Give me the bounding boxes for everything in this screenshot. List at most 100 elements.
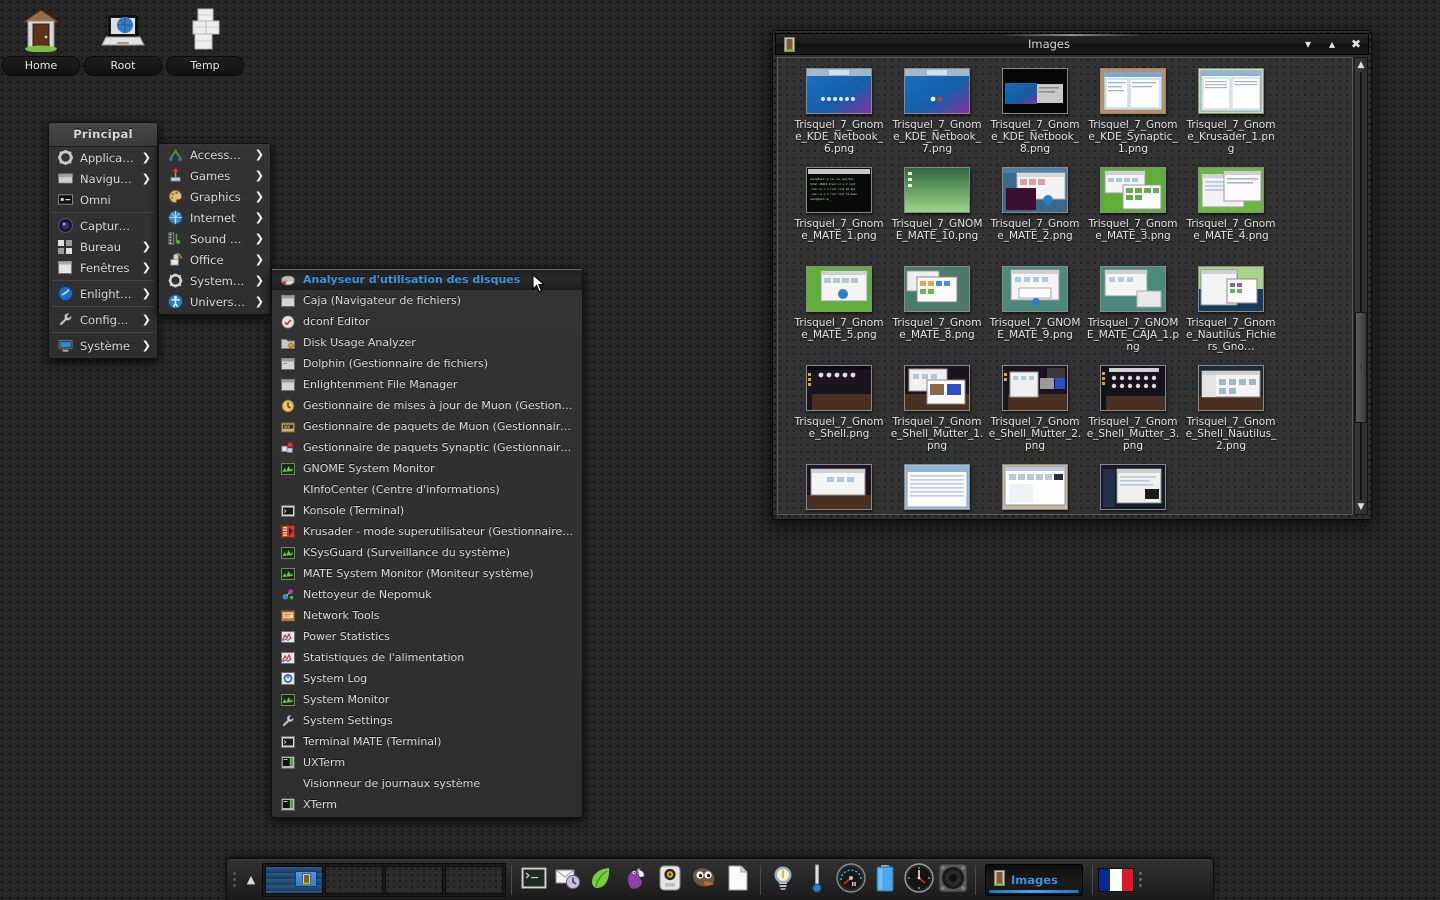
mail-clock-launcher[interactable] <box>551 863 585 897</box>
file-item[interactable] <box>888 460 986 514</box>
work space-1[interactable] <box>265 865 323 894</box>
system-tools-item-system-settings[interactable]: System Settings <box>272 710 582 731</box>
temperature-gadget[interactable] <box>800 863 834 897</box>
system-tools-item-muon-update-manager[interactable]: Gestionnaire de mises à jour de Muon (Ge… <box>272 395 582 416</box>
leaf-launcher[interactable] <box>585 863 619 897</box>
cpu-gauge-gadget[interactable] <box>834 863 868 897</box>
pidgin-launcher[interactable] <box>619 863 653 897</box>
workspace-2[interactable] <box>325 865 383 894</box>
submenu-item-system-tools[interactable]: System Tools ❯ <box>159 270 270 291</box>
system-tools-item-analyseur-utilisation-disques[interactable]: Analyseur d'utilisation des disques <box>272 269 582 290</box>
submenu-item-games[interactable]: Games ❯ <box>159 165 270 186</box>
submenu-item-accessories[interactable]: Accessories ❯ <box>159 144 270 165</box>
file-list-area[interactable]: Trisquel_7_Gnome_KDE_Netbook_6.png Trisq… <box>777 57 1353 515</box>
system-tools-item-system-log[interactable]: System Log <box>272 668 582 689</box>
system-tools-item-system-monitor[interactable]: System Monitor <box>272 689 582 710</box>
file-item[interactable]: Trisquel_7_Gnome_MATE_5.png <box>790 262 888 361</box>
system-tools-item-terminal-mate[interactable]: Terminal MATE (Terminal) <box>272 731 582 752</box>
system-tools-item-konsole[interactable]: Konsole (Terminal) <box>272 500 582 521</box>
submenu-item-office[interactable]: Office ❯ <box>159 249 270 270</box>
backlight-gadget[interactable] <box>766 863 800 897</box>
file-item[interactable]: Trisquel_7_GNOME_MATE_10.png <box>888 163 986 262</box>
scroll-down-button[interactable]: ▼ <box>1355 500 1367 514</box>
submenu-item-graphics[interactable]: Graphics ❯ <box>159 186 270 207</box>
clock-gadget[interactable] <box>902 863 936 897</box>
system-tools-item-power-statistics[interactable]: Power Statistics <box>272 626 582 647</box>
system-tools-item-gnome-system-monitor[interactable]: GNOME System Monitor <box>272 458 582 479</box>
system-tools-item-nettoyeur-nepomuk[interactable]: Nettoyeur de Nepomuk <box>272 584 582 605</box>
system-tools-item-krusader[interactable]: Krusader - mode superutilisateur (Gestio… <box>272 521 582 542</box>
submenu-item-sound-video[interactable]: Sound & Video ❯ <box>159 228 270 249</box>
audio-launcher[interactable] <box>653 863 687 897</box>
file-item[interactable]: Trisquel_7_Gnome_MATE_8.png <box>888 262 986 361</box>
submenu-item-internet[interactable]: Internet ❯ <box>159 207 270 228</box>
file-item[interactable]: Trisquel_7_Gnome_Nautilus_Fichiers_Gno… <box>1182 262 1280 361</box>
menu-item-fenetres[interactable]: Fenêtres ❯ <box>49 257 157 278</box>
system-tools-item-caja[interactable]: Caja (Navigateur de fichiers) <box>272 290 582 311</box>
file-item[interactable]: Trisquel_7_Gnome_Shell_Mutter_2.png <box>986 361 1084 460</box>
menu-item-configuration[interactable]: Configuration ❯ <box>49 309 157 330</box>
workspace-pager[interactable] <box>262 862 506 897</box>
file-item[interactable] <box>986 460 1084 514</box>
file-item[interactable]: Trisquel_7_Gnome_KDE_Netbook_7.png <box>888 64 986 163</box>
menu-item-applications[interactable]: Applications ❯ <box>49 147 157 168</box>
system-tools-item-mate-system-monitor[interactable]: MATE System Monitor (Moniteur système) <box>272 563 582 584</box>
desktop-icon-temp[interactable]: Temp <box>164 0 246 76</box>
start-menu-button[interactable]: ▲ <box>240 863 262 897</box>
file-item[interactable]: Trisquel_7_Gnome_Shell_Mutter_1.png <box>888 361 986 460</box>
keyboard-layout-gadget[interactable] <box>1098 867 1142 892</box>
workspace-4[interactable] <box>445 865 503 894</box>
menu-item-omni[interactable]: Omni <box>49 189 157 210</box>
scrollbar-thumb[interactable]: ⋮ <box>1355 311 1367 423</box>
window-minimize-button[interactable]: ▾ <box>1296 34 1320 54</box>
system-tools-item-disk-usage-analyzer[interactable]: Disk Usage Analyzer <box>272 332 582 353</box>
terminal-launcher[interactable] <box>517 863 551 897</box>
system-tools-item-enlightenment-file-manager[interactable]: Enlightenment File Manager <box>272 374 582 395</box>
file-item[interactable]: Trisquel_7_Gnome_KDE_Netbook_8.png <box>986 64 1084 163</box>
battery-gadget[interactable] <box>868 863 902 897</box>
file-item[interactable]: Trisquel_7_Gnome_KDE_Netbook_6.png <box>790 64 888 163</box>
file-item[interactable]: Trisquel_7_Gnome_Shell_Nautilus_2.png <box>1182 361 1280 460</box>
file-item[interactable]: user@host:~$ ls -la /usr/bin total 48216 … <box>790 163 888 262</box>
submenu-item-universal-access[interactable]: Universal Access ❯ <box>159 291 270 312</box>
file-item[interactable] <box>1084 460 1182 514</box>
window-close-button[interactable]: ✖ <box>1344 34 1368 54</box>
shelf-drag-handle[interactable] <box>233 872 236 887</box>
file-item[interactable]: Trisquel_7_Gnome_MATE_2.png <box>986 163 1084 262</box>
menu-item-enlightenment[interactable]: Enlightenment ❯ <box>49 283 157 304</box>
task-images[interactable]: Images <box>985 863 1083 896</box>
scrollbar-trough[interactable]: ⋮ <box>1355 72 1367 500</box>
system-tools-item-dconf-editor[interactable]: dconf Editor <box>272 311 582 332</box>
gadget-handle[interactable] <box>1139 872 1142 887</box>
menu-item-capture-decran[interactable]: Capture d'écran <box>49 215 157 236</box>
scroll-up-button[interactable]: ▲ <box>1355 58 1367 72</box>
system-tools-item-ksysguard[interactable]: KSysGuard (Surveillance du système) <box>272 542 582 563</box>
system-tools-item-dolphin[interactable]: Dolphin (Gestionnaire de fichiers) <box>272 353 582 374</box>
mixer-gadget[interactable] <box>936 863 970 897</box>
workspace-3[interactable] <box>385 865 443 894</box>
menu-item-bureau[interactable]: Bureau ❯ <box>49 236 157 257</box>
file-item[interactable]: Trisquel_7_GNOME_MATE_CAJA_1.png <box>1084 262 1182 361</box>
file-item[interactable] <box>790 460 888 514</box>
menu-item-naviguer[interactable]: Naviguer… ❯ <box>49 168 157 189</box>
gimp-launcher[interactable] <box>687 863 721 897</box>
system-tools-item-muon-package-manager[interactable]: DEB Gestionnaire de paquets de Muon (Ges… <box>272 416 582 437</box>
file-item[interactable]: Trisquel_7_Gnome_MATE_3.png <box>1084 163 1182 262</box>
file-item[interactable]: Trisquel_7_Gnome_Krusader_1.png <box>1182 64 1280 163</box>
vertical-scrollbar[interactable]: ▲ ⋮ ▼ <box>1354 57 1368 515</box>
file-item[interactable]: Trisquel_7_GNOME_MATE_9.png <box>986 262 1084 361</box>
system-tools-item-statistiques-alimentation[interactable]: Statistiques de l'alimentation <box>272 647 582 668</box>
system-tools-item-network-tools[interactable]: Network Tools <box>272 605 582 626</box>
file-item[interactable]: Trisquel_7_Gnome_KDE_Synaptic_1.png <box>1084 64 1182 163</box>
system-tools-item-kinfocenter[interactable]: KInfoCenter (Centre d'informations) <box>272 479 582 500</box>
system-tools-item-visionneur-journaux[interactable]: Visionneur de journaux système <box>272 773 582 794</box>
file-item[interactable]: Trisquel_7_Gnome_Shell.png <box>790 361 888 460</box>
desktop-icon-root[interactable]: Root <box>82 0 164 76</box>
window-maximize-button[interactable]: ▴ <box>1320 34 1344 54</box>
desktop-icon-home[interactable]: Home <box>0 0 82 76</box>
document-launcher[interactable] <box>721 863 755 897</box>
system-tools-item-synaptic-package-manager[interactable]: Gestionnaire de paquets Synaptic (Gestio… <box>272 437 582 458</box>
file-item[interactable]: Trisquel_7_Gnome_Shell_Mutter_3.png <box>1084 361 1182 460</box>
window-titlebar[interactable]: Images ▾ ▴ ✖ <box>775 33 1369 55</box>
system-tools-item-uxterm[interactable]: UXTerm <box>272 752 582 773</box>
